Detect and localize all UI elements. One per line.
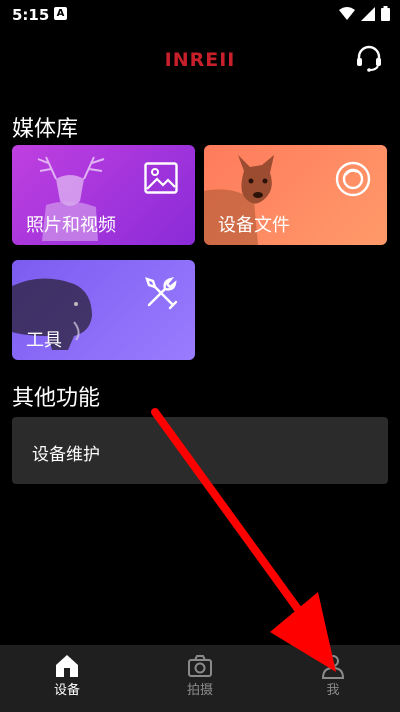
bottom-nav: 设备 拍摄 我 <box>0 645 400 712</box>
headset-support-icon[interactable] <box>354 43 384 73</box>
tools-label: 工具 <box>26 330 62 351</box>
nav-capture-label: 拍摄 <box>186 683 213 698</box>
notification-icon: A <box>54 7 67 20</box>
app-header: INREII <box>0 40 400 80</box>
nav-tab-me[interactable]: 我 <box>266 645 400 712</box>
photos-videos-card[interactable]: 照片和视频 <box>12 145 195 245</box>
device-files-card[interactable]: 设备文件 <box>204 145 387 245</box>
battery-icon <box>381 6 390 21</box>
nav-device-label: 设备 <box>53 683 80 698</box>
wifi-icon <box>339 6 355 20</box>
device-maintenance-label: 设备维护 <box>32 445 100 465</box>
nav-tab-device[interactable]: 设备 <box>0 645 134 712</box>
wrench-screwdriver-icon <box>145 276 178 310</box>
camera-icon <box>188 655 212 677</box>
person-icon <box>321 655 345 679</box>
image-gallery-icon <box>144 162 178 194</box>
home-icon <box>56 655 78 677</box>
status-bar: 5:15 A <box>0 0 400 28</box>
device-disc-icon <box>335 161 371 197</box>
signal-icon <box>361 6 375 21</box>
photos-videos-label: 照片和视频 <box>26 215 116 236</box>
device-files-label: 设备文件 <box>218 215 290 236</box>
tools-card[interactable]: 工具 <box>12 260 195 360</box>
brand-logo: INREII <box>164 49 236 71</box>
other-functions-title: 其他功能 <box>12 386 101 411</box>
nav-tab-capture[interactable]: 拍摄 <box>133 645 267 712</box>
status-icons <box>339 6 390 21</box>
status-time: 5:15 <box>12 6 50 24</box>
nav-me-label: 我 <box>326 683 340 698</box>
media-library-title: 媒体库 <box>12 117 79 142</box>
device-maintenance-row[interactable]: 设备维护 <box>12 417 388 484</box>
